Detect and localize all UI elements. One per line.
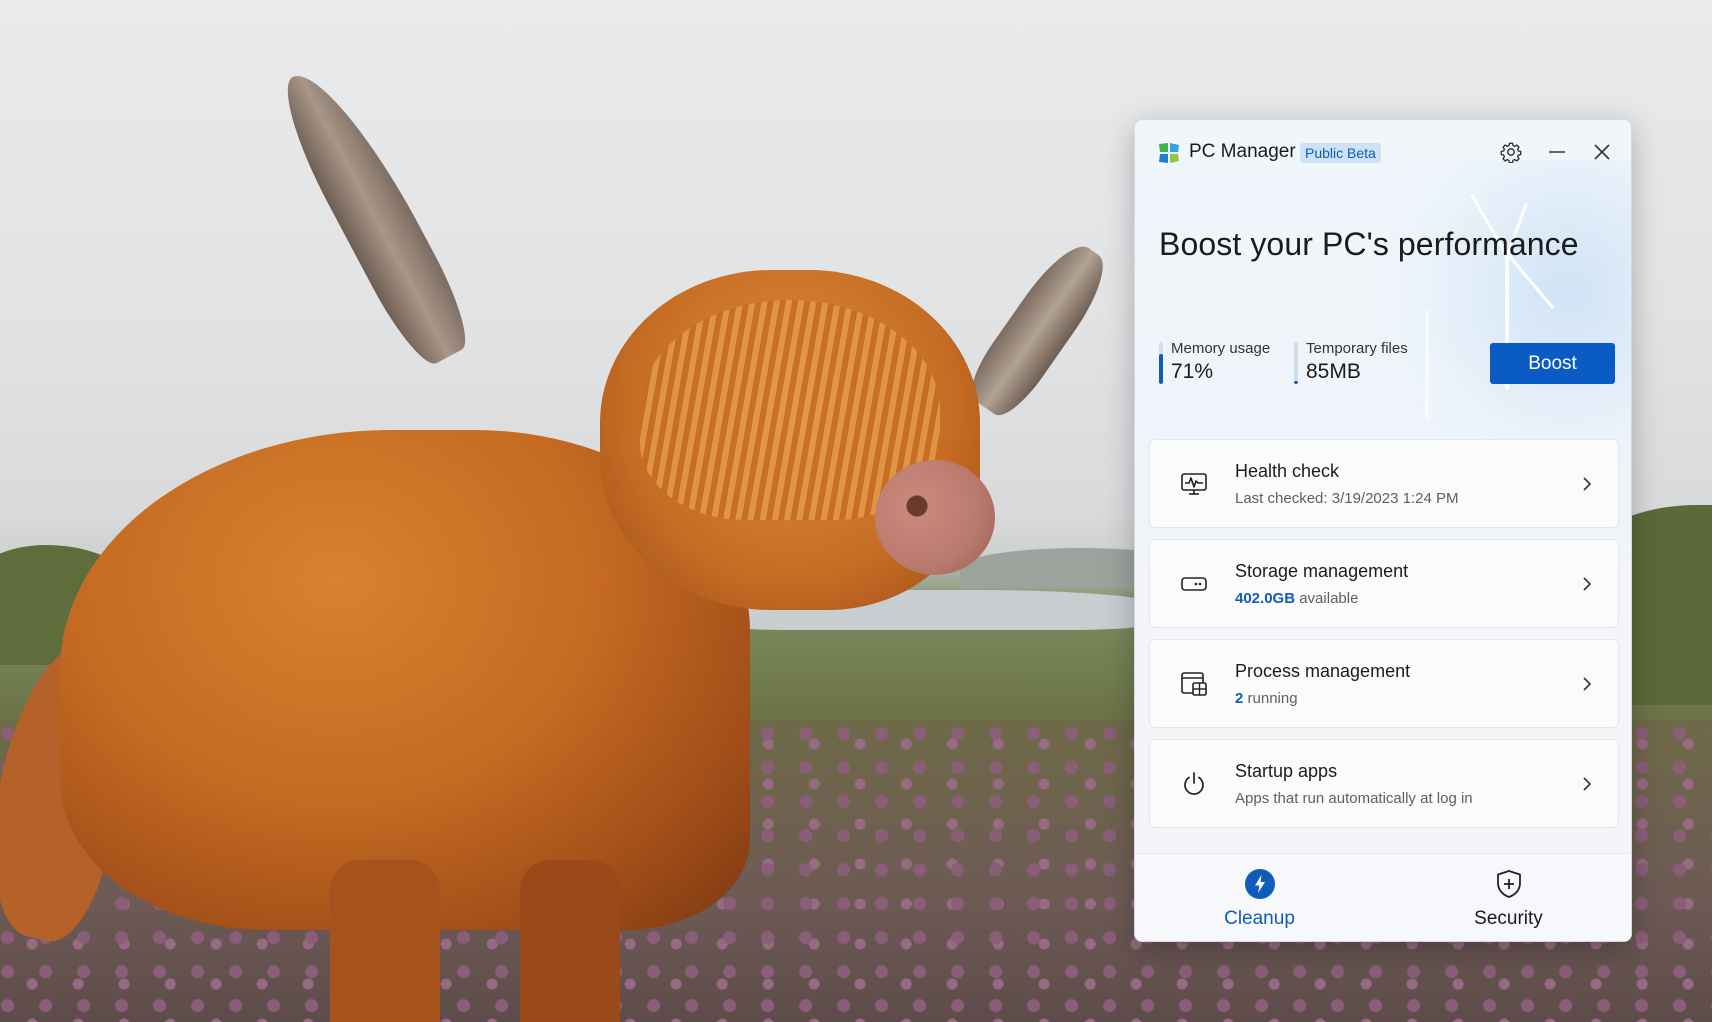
- wallpaper-cow-leg: [520, 860, 620, 1022]
- chevron-right-icon: [1583, 677, 1592, 691]
- health-check-card[interactable]: Health check Last checked: 3/19/2023 1:2…: [1149, 439, 1619, 528]
- public-beta-badge: Public Beta: [1300, 143, 1381, 163]
- memory-usage-label: Memory usage: [1171, 340, 1271, 357]
- boost-button[interactable]: Boost: [1490, 343, 1615, 384]
- storage-management-title: Storage management: [1235, 561, 1409, 581]
- running-process-label: running: [1243, 690, 1298, 707]
- close-icon: [1594, 144, 1610, 160]
- process-management-card[interactable]: Process management 2 running: [1149, 639, 1619, 728]
- storage-available-value: 402.0GB: [1235, 590, 1296, 607]
- tab-security-label: Security: [1474, 908, 1543, 929]
- temporary-files-bar-fill: [1294, 381, 1298, 384]
- health-check-title: Health check: [1235, 461, 1340, 481]
- process-management-subtitle: 2 running: [1235, 690, 1298, 707]
- app-title: PC Manager: [1189, 141, 1296, 162]
- temporary-files-label: Temporary files: [1306, 340, 1408, 357]
- chevron-right-icon: [1583, 577, 1592, 591]
- settings-button[interactable]: [1491, 134, 1531, 170]
- storage-management-subtitle: 402.0GB available: [1235, 590, 1358, 607]
- chevron-right-icon: [1583, 777, 1592, 791]
- memory-usage-bar: [1159, 342, 1163, 384]
- minimize-icon: [1549, 151, 1565, 153]
- pc-manager-window: PC Manager Public Beta Boost your PC's p…: [1134, 119, 1632, 942]
- temporary-files-stat: Temporary files 85MB: [1294, 340, 1408, 384]
- startup-apps-card[interactable]: Startup apps Apps that run automatically…: [1149, 739, 1619, 828]
- memory-usage-bar-fill: [1159, 354, 1163, 384]
- tab-cleanup-label: Cleanup: [1224, 908, 1295, 929]
- temporary-files-value: 85MB: [1306, 360, 1361, 383]
- shield-plus-icon: [1496, 870, 1521, 898]
- health-check-subtitle: Last checked: 3/19/2023 1:24 PM: [1235, 490, 1459, 507]
- gear-icon: [1500, 142, 1522, 163]
- feature-card-list: Health check Last checked: 3/19/2023 1:2…: [1149, 439, 1619, 839]
- startup-apps-title: Startup apps: [1235, 761, 1338, 781]
- storage-available-label: available: [1295, 590, 1359, 607]
- pc-manager-logo-icon: [1159, 143, 1179, 163]
- startup-apps-subtitle: Apps that run automatically at log in: [1235, 790, 1473, 807]
- wallpaper-cow-horn-left: [267, 57, 480, 373]
- title-bar[interactable]: PC Manager Public Beta: [1135, 120, 1631, 182]
- memory-usage-value: 71%: [1171, 360, 1214, 383]
- temporary-files-bar: [1294, 342, 1298, 384]
- close-button[interactable]: [1582, 134, 1622, 170]
- process-window-icon: [1181, 672, 1207, 696]
- heart-monitor-icon: [1181, 473, 1207, 495]
- wind-turbine-art: [1425, 310, 1429, 420]
- drive-icon: [1181, 577, 1207, 591]
- hero-title: Boost your PC's performance: [1159, 226, 1579, 262]
- wallpaper-cow-leg: [330, 860, 440, 1022]
- wallpaper-cow-horn-right: [960, 234, 1119, 425]
- storage-management-card[interactable]: Storage management 402.0GB available: [1149, 539, 1619, 628]
- chevron-right-icon: [1583, 477, 1592, 491]
- process-management-title: Process management: [1235, 661, 1411, 681]
- lightning-icon: [1244, 869, 1275, 899]
- tab-cleanup[interactable]: Cleanup: [1135, 854, 1384, 941]
- memory-usage-stat: Memory usage 71%: [1159, 340, 1270, 384]
- bottom-navigation: Cleanup Security: [1135, 853, 1631, 941]
- power-icon: [1184, 772, 1204, 795]
- wallpaper-cow-nose: [875, 460, 995, 575]
- minimize-button[interactable]: [1537, 134, 1577, 170]
- tab-security[interactable]: Security: [1384, 854, 1631, 941]
